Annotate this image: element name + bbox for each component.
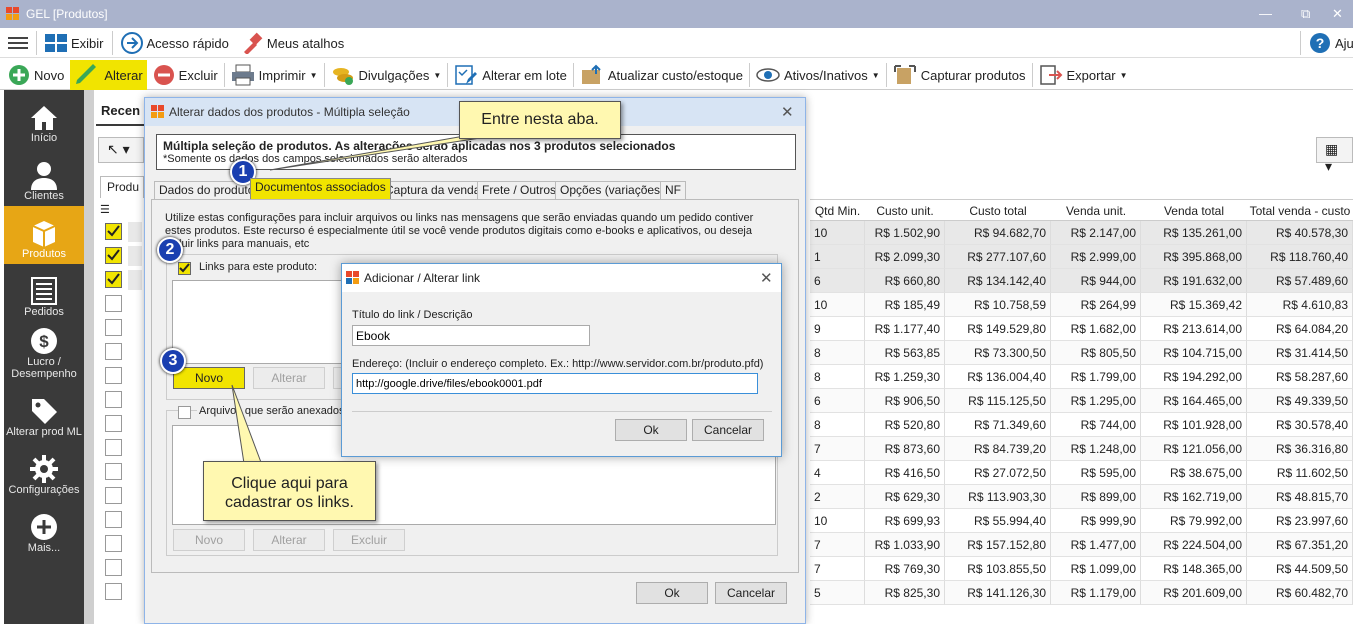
novo-hint-callout: Clique aqui para cadastrar os links. xyxy=(203,461,376,521)
step-badge-3: 3 xyxy=(160,348,186,374)
tab-hint-callout: Entre nesta aba. xyxy=(459,101,621,139)
annotation-pointers xyxy=(231,134,501,471)
novo-hint-line-1: Clique aqui para xyxy=(231,475,348,492)
step-badge-2: 2 xyxy=(157,237,183,263)
novo-hint-line-2: cadastrar os links. xyxy=(225,494,354,511)
tab-documentos-associados[interactable]: Documentos associados xyxy=(250,178,391,199)
